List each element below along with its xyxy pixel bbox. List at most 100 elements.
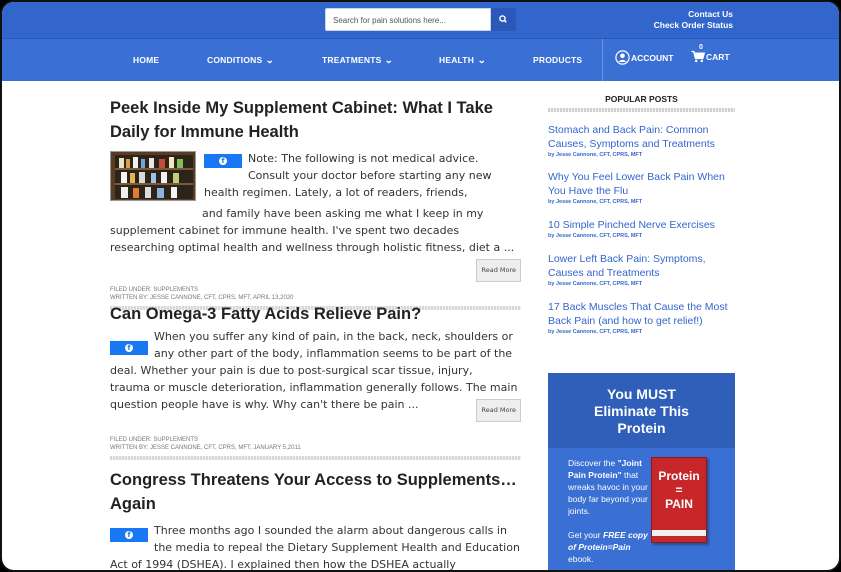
nav-products-label: PRODUCTS <box>533 55 583 65</box>
protein-pain-promo[interactable]: You MUST Eliminate This Protein Discover… <box>548 373 735 570</box>
cart-label: CART <box>706 52 730 62</box>
cart-link[interactable]: 0 CART <box>691 44 730 63</box>
post-title-line: Peek Inside My Supplement Cabinet: What … <box>110 99 493 117</box>
chevron-down-icon: ⌄ <box>477 55 487 65</box>
post-title-line: Congress Threatens Your Access to Supple… <box>110 471 517 489</box>
search-icon <box>499 15 507 23</box>
excerpt-line-last: researching optimal health and wellness … <box>110 239 521 282</box>
link-line: Causes, Symptoms and Treatments <box>548 138 715 150</box>
excerpt-line: trauma or muscle deterioration, inflamma… <box>110 381 518 394</box>
sidebar: POPULAR POSTS Stomach and Back Pain: Com… <box>548 82 735 335</box>
link-line: You Have the Flu <box>548 185 629 197</box>
popular-posts-heading: POPULAR POSTS <box>605 94 678 104</box>
nav-home[interactable]: HOME <box>133 55 159 65</box>
account-label: ACCOUNT <box>631 53 674 63</box>
popular-post-link[interactable]: Lower Left Back Pain: Symptoms, Causes an… <box>548 252 735 280</box>
popular-post-link[interactable]: 10 Simple Pinched Nerve Exercises <box>548 218 735 232</box>
ebook-cover-image[interactable]: Protein = PAIN <box>651 457 707 543</box>
filed-under[interactable]: FILED UNDER: SUPPLEMENTS <box>110 436 521 444</box>
facebook-share-button[interactable]: f <box>110 528 148 542</box>
promo-cta-text: Get your <box>568 530 603 540</box>
popular-post-item[interactable]: Lower Left Back Pain: Symptoms, Causes an… <box>548 252 735 287</box>
facebook-share-button[interactable]: f <box>204 154 242 168</box>
post-title[interactable]: Peek Inside My Supplement Cabinet: What … <box>110 96 521 144</box>
check-order-status-link[interactable]: Check Order Status <box>654 20 733 31</box>
post-meta: FILED UNDER: SUPPLEMENTS WRITTEN BY: JES… <box>110 422 521 452</box>
excerpt-line: supplement cabinet for immune health. I'… <box>110 224 460 237</box>
link-line: Why You Feel Lower Back Pain When <box>548 171 725 183</box>
nav-treatments[interactable]: TREATMENTS ⌄ <box>322 55 394 66</box>
post-excerpt: f Note: The following is not medical adv… <box>110 150 521 282</box>
post-meta: FILED UNDER: SUPPLEMENTS WRITTEN BY: JES… <box>110 282 521 302</box>
popular-post-item[interactable]: 17 Back Muscles That Cause the Most Back … <box>548 300 735 335</box>
post-title-line: Can Omega-3 Fatty Acids Relieve Pain? <box>110 305 422 323</box>
promo-heading-line: You MUST <box>607 386 676 402</box>
popular-post-link[interactable]: Why You Feel Lower Back Pain When You Hav… <box>548 170 735 198</box>
popular-post-author[interactable]: by Jesse Cannone, CFT, CPRS, MFT <box>548 152 735 158</box>
post-title[interactable]: Congress Threatens Your Access to Supple… <box>110 468 521 516</box>
popular-post-item[interactable]: Stomach and Back Pain: Common Causes, Sym… <box>548 123 735 158</box>
excerpt-text: researching optimal health and wellness … <box>110 241 515 254</box>
popular-post-author[interactable]: by Jesse Cannone, CFT, CPRS, MFT <box>548 233 735 239</box>
facebook-icon: f <box>219 157 227 165</box>
search-button[interactable] <box>491 8 516 31</box>
popular-post-item[interactable]: Why You Feel Lower Back Pain When You Hav… <box>548 170 735 205</box>
nav-treatments-label: TREATMENTS <box>322 55 382 65</box>
facebook-icon: f <box>125 531 133 539</box>
heading-separator <box>548 108 735 112</box>
popular-post-author[interactable]: by Jesse Cannone, CFT, CPRS, MFT <box>548 329 735 335</box>
chevron-down-icon: ⌄ <box>384 55 394 65</box>
nav-health[interactable]: HEALTH ⌄ <box>439 55 486 66</box>
popular-post-link[interactable]: 17 Back Muscles That Cause the Most Back … <box>548 300 735 328</box>
promo-heading: You MUST Eliminate This Protein <box>548 373 735 448</box>
promo-text: Discover the <box>568 458 618 468</box>
post-item: Peek Inside My Supplement Cabinet: What … <box>110 96 521 310</box>
post-thumbnail[interactable] <box>110 151 196 201</box>
link-line: 17 Back Muscles That Cause the Most <box>548 301 728 313</box>
search-input[interactable]: Search for pain solutions here... <box>325 8 491 31</box>
post-item: Can Omega-3 Fatty Acids Relieve Pain? f … <box>110 302 521 460</box>
post-excerpt: f Three months ago I sounded the alarm a… <box>110 522 521 571</box>
post-excerpt: f When you suffer any kind of pain, in t… <box>110 328 521 422</box>
excerpt-text: question people have is why. Why can't t… <box>110 398 419 411</box>
popular-post-item[interactable]: 10 Simple Pinched Nerve Exercises by Jes… <box>548 218 735 239</box>
top-links: Contact Us Check Order Status <box>654 9 733 31</box>
supplement-cabinet-image <box>111 152 195 200</box>
account-link[interactable]: ACCOUNT <box>615 50 674 65</box>
popular-post-author[interactable]: by Jesse Cannone, CFT, CPRS, MFT <box>548 281 735 287</box>
promo-heading-line: Eliminate This <box>594 403 689 419</box>
nav-conditions-label: CONDITIONS <box>207 55 263 65</box>
read-more-button[interactable]: Read More <box>476 259 521 282</box>
popular-post-author[interactable]: by Jesse Cannone, CFT, CPRS, MFT <box>548 199 735 205</box>
book-title: Protein = PAIN <box>652 469 706 511</box>
excerpt-line: When you suffer any kind of pain, in the… <box>154 330 513 343</box>
main-nav: HOME CONDITIONS ⌄ TREATMENTS ⌄ HEALTH ⌄ PRO… <box>2 39 839 81</box>
nav-conditions[interactable]: CONDITIONS ⌄ <box>207 55 275 66</box>
book-title-line: = <box>675 483 683 497</box>
post-title[interactable]: Can Omega-3 Fatty Acids Relieve Pain? <box>110 302 521 326</box>
excerpt-line-last: question people have is why. Why can't t… <box>110 396 521 422</box>
post-separator <box>110 456 521 460</box>
contact-us-link[interactable]: Contact Us <box>654 9 733 20</box>
excerpt-line: Act of 1994 (DSHEA). I explained then ho… <box>110 558 456 571</box>
facebook-icon: f <box>125 344 133 352</box>
promo-cta-text: ebook. <box>568 554 594 564</box>
promo-cta[interactable]: Get your FREE copy of Protein=Pain ebook… <box>568 529 650 565</box>
cart-count: 0 <box>699 44 703 51</box>
post-title-line: Again <box>110 495 156 513</box>
book-band <box>652 530 706 536</box>
popular-post-link[interactable]: Stomach and Back Pain: Common Causes, Sym… <box>548 123 735 151</box>
filed-under[interactable]: FILED UNDER: SUPPLEMENTS <box>110 286 521 294</box>
link-line: Back Pain (and how to get relief!) <box>548 315 703 327</box>
excerpt-line: Three months ago I sounded the alarm abo… <box>154 524 507 537</box>
nav-products[interactable]: PRODUCTS <box>533 55 582 65</box>
facebook-share-button[interactable]: f <box>110 341 148 355</box>
promo-description: Discover the "Joint Pain Protein" that w… <box>568 457 650 517</box>
link-line: Causes and Treatments <box>548 267 660 279</box>
top-bar: Search for pain solutions here... Contac… <box>2 2 839 39</box>
link-line: 10 Simple Pinched Nerve Exercises <box>548 219 715 231</box>
read-more-button[interactable]: Read More <box>476 399 521 422</box>
link-line: Lower Left Back Pain: Symptoms, <box>548 253 706 265</box>
post-item: Congress Threatens Your Access to Supple… <box>110 468 521 571</box>
nav-divider <box>602 39 603 81</box>
